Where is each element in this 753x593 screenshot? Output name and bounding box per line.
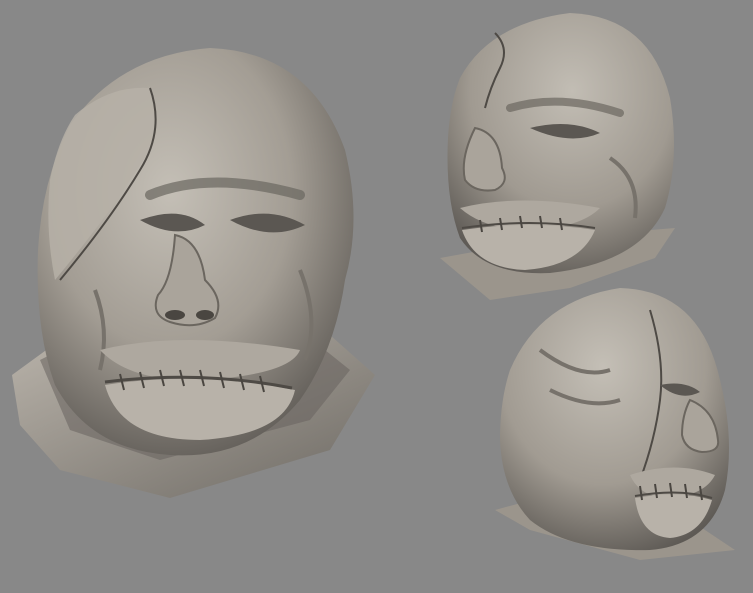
head-render-three-quarter <box>440 13 675 300</box>
render-viewport <box>0 0 753 593</box>
head-render-front <box>12 48 375 498</box>
head-render-profile <box>495 288 735 560</box>
